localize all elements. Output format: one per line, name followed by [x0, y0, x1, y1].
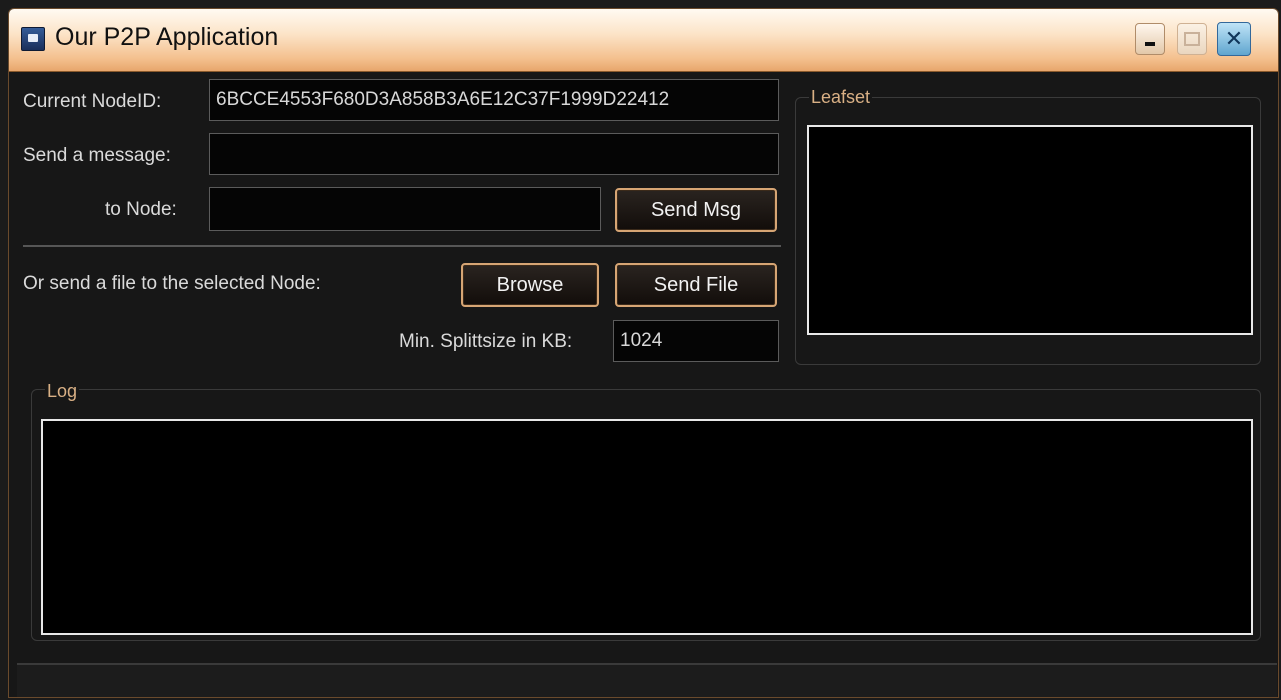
message-input[interactable]: [209, 133, 779, 175]
separator: [23, 245, 781, 247]
close-button[interactable]: ✕: [1217, 22, 1251, 56]
node-id-label: Current NodeID:: [23, 91, 162, 112]
file-label: Or send a file to the selected Node:: [23, 273, 321, 294]
app-icon: [21, 27, 45, 51]
send-msg-button[interactable]: Send Msg: [615, 188, 777, 232]
title-bar[interactable]: Our P2P Application ✕: [9, 9, 1278, 72]
to-node-input[interactable]: [209, 187, 601, 231]
splitsize-label: Min. Splittsize in KB:: [399, 331, 573, 352]
splitsize-value: 1024: [620, 330, 663, 351]
log-area[interactable]: [41, 419, 1253, 635]
leafset-list[interactable]: [807, 125, 1253, 335]
node-id-value: 6BCCE4553F680D3A858B3A6E12C37F1999D22412: [216, 89, 670, 110]
minimize-icon: [1145, 42, 1155, 46]
to-node-label: to Node:: [105, 199, 177, 220]
window-title: Our P2P Application: [55, 23, 279, 51]
splitsize-input[interactable]: 1024: [613, 320, 779, 362]
maximize-icon: [1184, 32, 1200, 46]
node-id-field[interactable]: 6BCCE4553F680D3A858B3A6E12C37F1999D22412: [209, 79, 779, 121]
leafset-title: Leafset: [809, 87, 873, 108]
status-bar: [17, 663, 1277, 697]
log-title: Log: [45, 381, 80, 402]
send-file-button[interactable]: Send File: [615, 263, 777, 307]
app-window: Our P2P Application ✕ Current NodeID: 6B…: [8, 8, 1279, 698]
minimize-button[interactable]: [1135, 23, 1165, 55]
message-label: Send a message:: [23, 145, 171, 166]
maximize-button[interactable]: [1177, 23, 1207, 55]
browse-button[interactable]: Browse: [461, 263, 599, 307]
close-icon: ✕: [1224, 26, 1244, 51]
